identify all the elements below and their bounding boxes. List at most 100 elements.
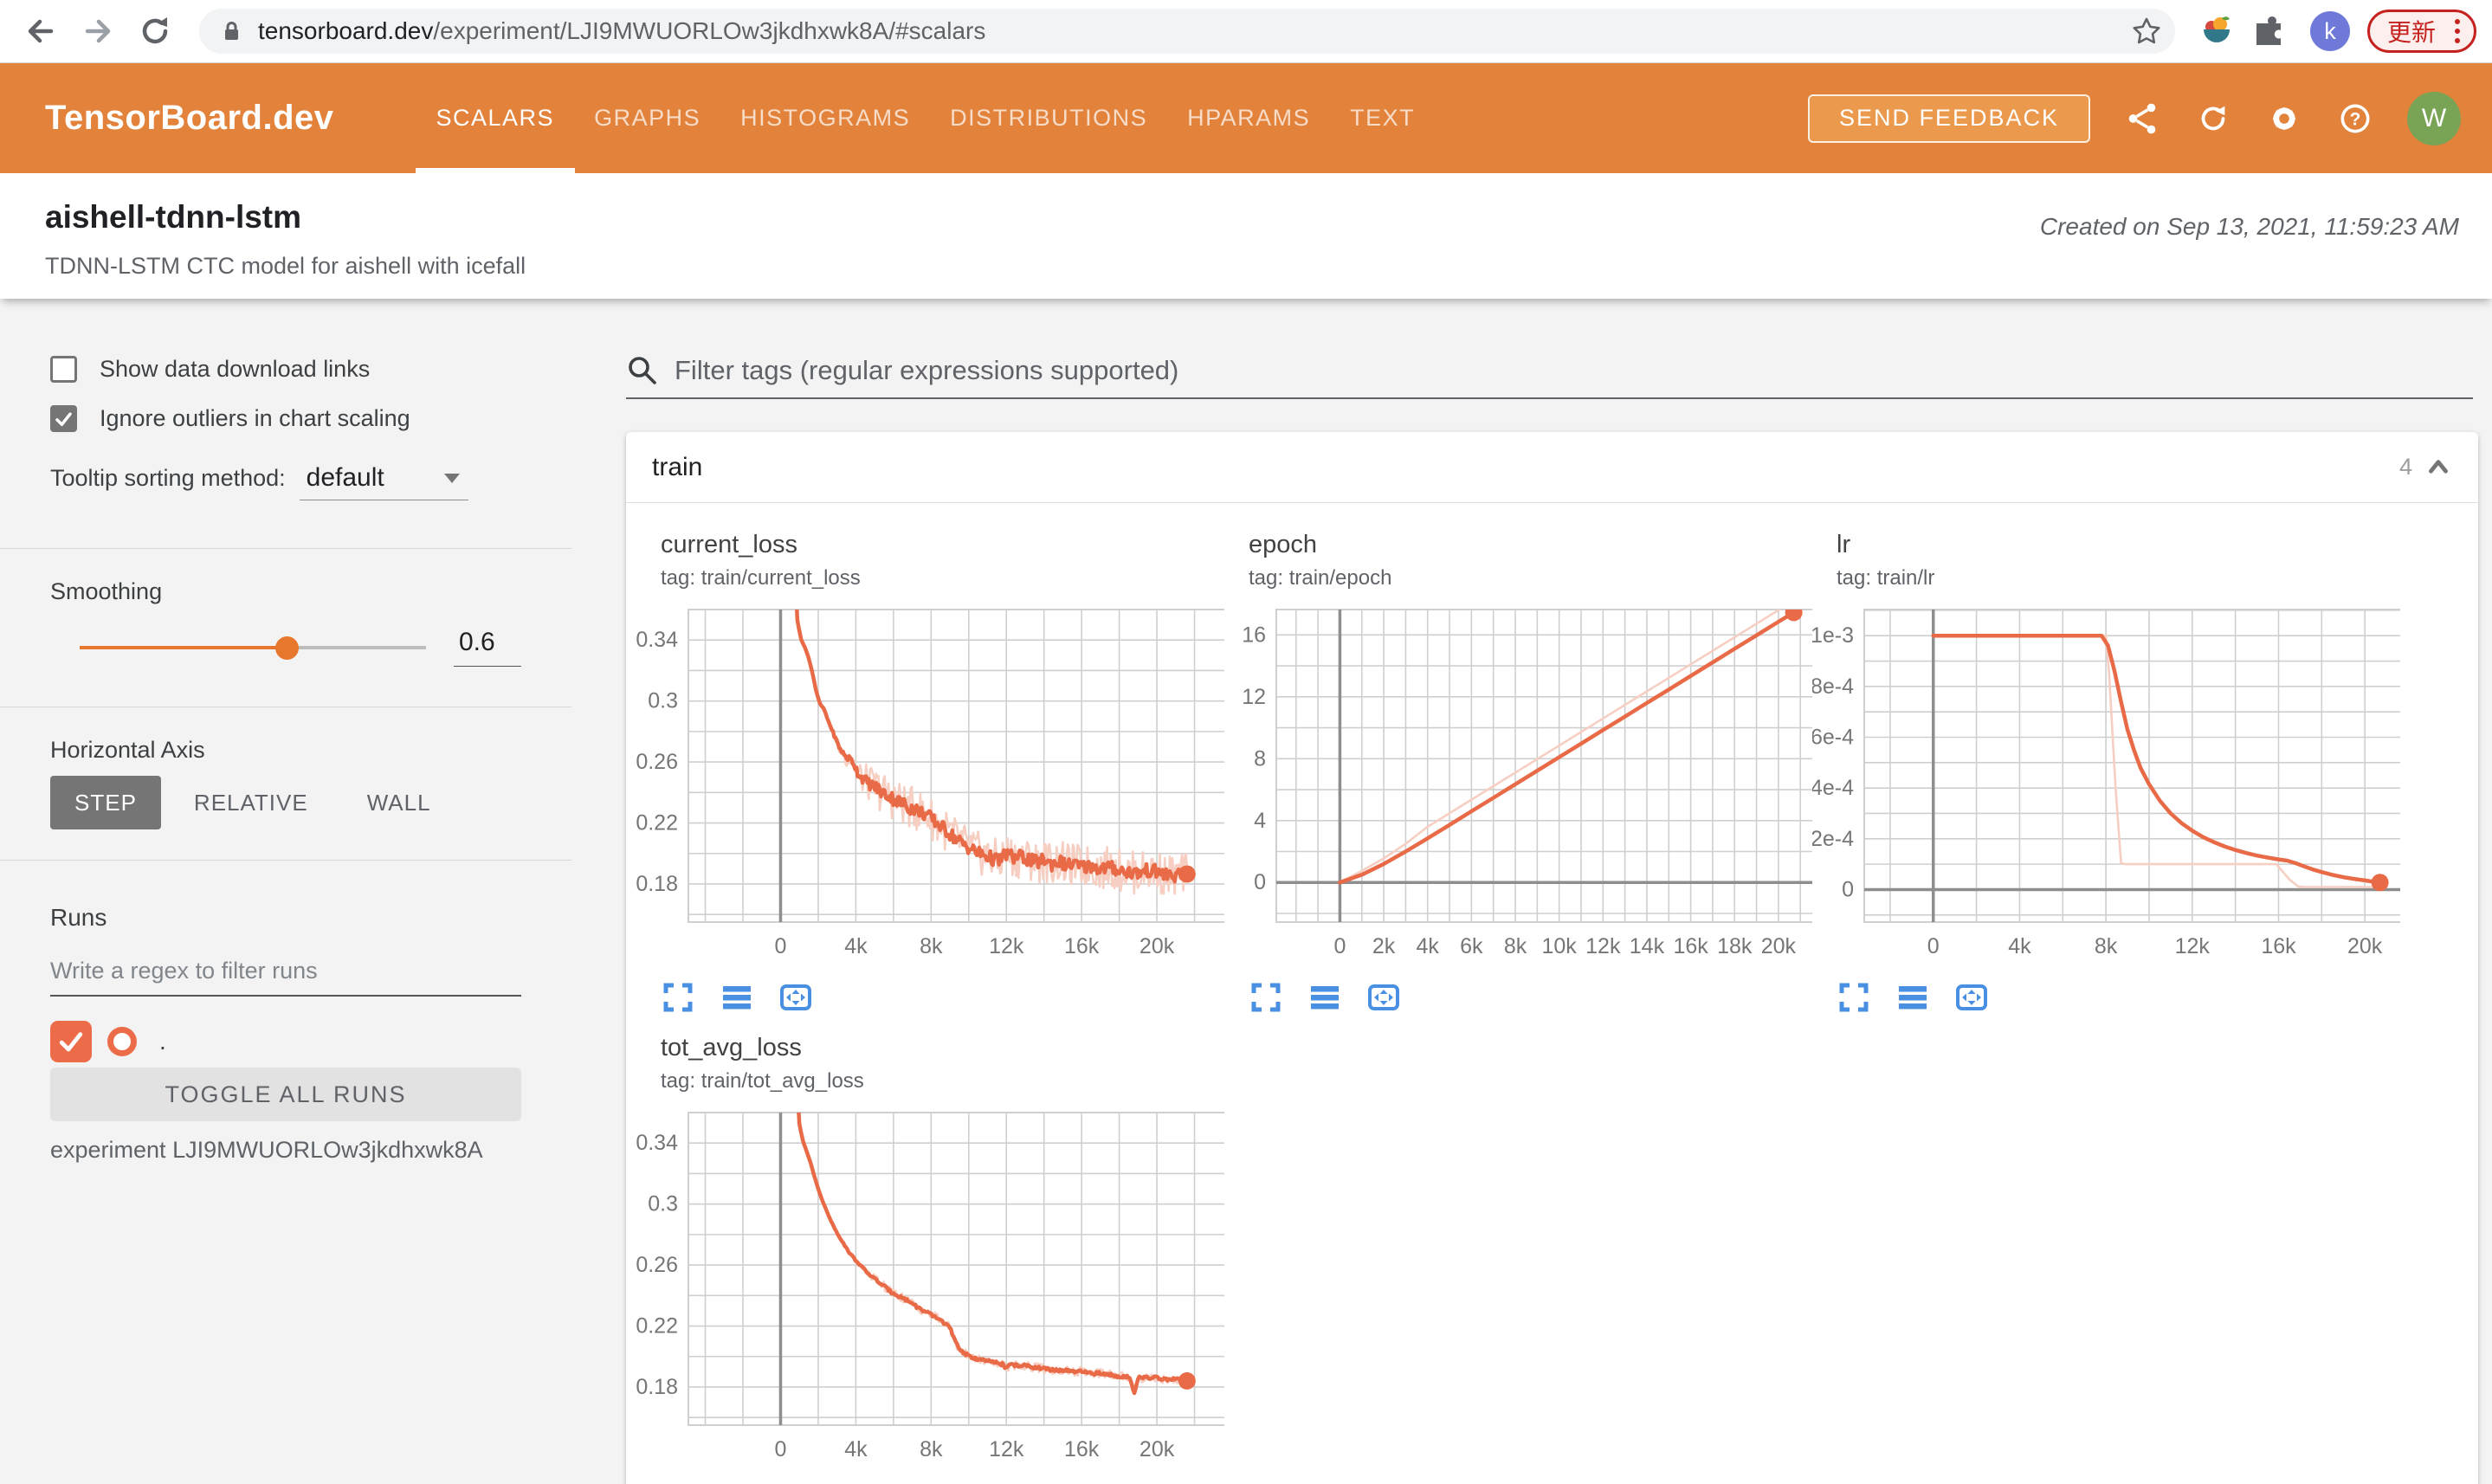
horizontal-axis-label: Horizontal Axis	[50, 737, 205, 763]
chart-title: epoch	[1249, 531, 1318, 558]
help-icon: ?	[2340, 104, 2370, 132]
chart-plot[interactable]: 0 4k 8k 12k 16k 20k 0.18 0.22 0.26 0.3 0.34	[636, 601, 1224, 978]
brand-logo: TensorBoard.dev	[45, 99, 334, 137]
run-row: .	[50, 1021, 521, 1062]
svg-text:2e-4: 2e-4	[1812, 827, 1854, 851]
chart-toolbar	[636, 980, 1224, 1015]
send-feedback-button[interactable]: SEND FEEDBACK	[1807, 94, 2090, 143]
runs-filter-input[interactable]	[50, 952, 521, 997]
chart-plot[interactable]: 0 4k 8k 12k 16k 20k 0 2e-4 4e-4 6e-4 8e-4 1e-3	[1812, 601, 2400, 978]
chart-plot[interactable]: 0 4k 8k 12k 16k 20k 0.18 0.22 0.26 0.3 0.34	[636, 1104, 1224, 1481]
expand-chart-button[interactable]	[1249, 980, 1283, 1015]
svg-text:0.3: 0.3	[648, 1192, 678, 1216]
tag-group-header[interactable]: train 4	[626, 432, 2478, 503]
help-button[interactable]: ?	[2336, 100, 2374, 138]
refresh-icon	[2201, 106, 2225, 130]
browser-profile-avatar[interactable]: k	[2309, 11, 2350, 51]
svg-text:20k: 20k	[2347, 934, 2383, 958]
axis-wall-button[interactable]: WALL	[341, 776, 457, 829]
svg-text:16: 16	[1242, 623, 1266, 647]
svg-text:20k: 20k	[1761, 934, 1797, 958]
fit-domain-icon	[780, 984, 811, 1010]
toggle-log-scale-icon	[723, 986, 751, 1010]
log-scale-button[interactable]	[1307, 980, 1342, 1015]
svg-text:2k: 2k	[1372, 934, 1396, 958]
smoothing-value[interactable]: 0.6	[454, 628, 521, 667]
svg-text:6k: 6k	[1460, 934, 1483, 958]
fit-domain-button[interactable]	[1954, 980, 1989, 1015]
tab-graphs[interactable]: GRAPHS	[594, 63, 700, 173]
svg-text:4k: 4k	[844, 934, 868, 958]
forward-button[interactable]	[78, 11, 118, 51]
extensions-button[interactable]	[2253, 12, 2291, 50]
filter-tags-input[interactable]	[675, 355, 2473, 386]
expand-chart-button[interactable]	[661, 980, 695, 1015]
account-avatar[interactable]: W	[2407, 91, 2461, 145]
svg-text:16k: 16k	[1673, 934, 1708, 958]
share-button[interactable]	[2123, 100, 2161, 138]
svg-text:1e-3: 1e-3	[1812, 623, 1854, 648]
smoothing-slider[interactable]	[80, 636, 426, 660]
log-scale-button[interactable]	[1895, 980, 1930, 1015]
tab-distributions[interactable]: DISTRIBUTIONS	[950, 63, 1147, 173]
chrome-update-menu-button[interactable]: 更新	[2366, 10, 2476, 53]
tab-histograms[interactable]: HISTOGRAMS	[740, 63, 910, 173]
created-timestamp: Created on Sep 13, 2021, 11:59:23 AM	[2039, 213, 2459, 240]
chart-plot[interactable]: 0 2k 4k 6k 8k 10k 12k 14k 16k 18k 20k 0 4 8 12 16	[1224, 601, 1812, 978]
share-icon	[2128, 103, 2156, 133]
chart-tag: tag: train/current_loss	[661, 566, 861, 590]
axis-step-button[interactable]: STEP	[50, 776, 161, 829]
chevron-up-icon[interactable]	[2424, 454, 2452, 481]
svg-text:18k: 18k	[1717, 934, 1753, 958]
fit-domain-button[interactable]	[1366, 980, 1401, 1015]
svg-text:4e-4: 4e-4	[1812, 776, 1854, 800]
svg-text:0.22: 0.22	[636, 811, 678, 836]
expand-chart-button[interactable]	[1837, 980, 1871, 1015]
svg-text:8k: 8k	[920, 934, 943, 958]
svg-text:8k: 8k	[920, 1437, 943, 1461]
toggle-all-runs-button[interactable]: TOGGLE ALL RUNS	[50, 1068, 521, 1121]
kebab-menu-icon	[2450, 19, 2465, 43]
account-initial: W	[2421, 103, 2447, 132]
reload-button[interactable]	[135, 11, 175, 51]
log-scale-button[interactable]	[720, 980, 754, 1015]
chart-title: lr	[1837, 531, 1851, 558]
settings-button[interactable]	[2265, 100, 2303, 138]
axis-relative-button[interactable]: RELATIVE	[168, 776, 334, 829]
back-button[interactable]	[21, 11, 61, 51]
slider-thumb-icon[interactable]	[275, 636, 299, 660]
refresh-button[interactable]	[2194, 100, 2232, 138]
ignore-outliers-checkbox[interactable]	[50, 405, 77, 432]
svg-text:16k: 16k	[1064, 934, 1100, 958]
svg-text:8: 8	[1254, 746, 1266, 771]
svg-text:0: 0	[1927, 934, 1940, 958]
fit-domain-icon	[1368, 984, 1399, 1010]
scalar-chart-card: current_loss tag: train/current_loss 0 4k…	[636, 531, 1224, 1015]
svg-text:12: 12	[1242, 685, 1266, 709]
fullscreen-icon	[663, 983, 693, 1012]
show-download-links-checkbox[interactable]	[50, 356, 77, 383]
svg-text:4k: 4k	[1417, 934, 1440, 958]
browser-toolbar: tensorboard.dev/experiment/LJI9MWUORLOw3…	[0, 0, 2492, 63]
svg-text:4: 4	[1254, 809, 1266, 833]
fullscreen-icon	[1839, 983, 1869, 1012]
svg-text:0.18: 0.18	[636, 1375, 678, 1399]
tab-hparams[interactable]: HPARAMS	[1187, 63, 1310, 173]
url-host: tensorboard.dev	[258, 17, 434, 44]
tab-scalars[interactable]: SCALARS	[415, 63, 575, 173]
fit-domain-button[interactable]	[778, 980, 813, 1015]
chart-title: current_loss	[661, 531, 797, 558]
run-color-swatch-icon	[107, 1027, 137, 1056]
tooltip-sorting-select[interactable]: default	[299, 463, 468, 500]
smoothing-label: Smoothing	[50, 578, 163, 604]
svg-text:8k: 8k	[2095, 934, 2118, 958]
run-checkbox[interactable]	[50, 1021, 92, 1062]
extension-fruit-button[interactable]	[2198, 12, 2236, 50]
address-bar[interactable]: tensorboard.dev/experiment/LJI9MWUORLOw3…	[199, 9, 2175, 54]
svg-text:0: 0	[1254, 870, 1266, 894]
svg-text:12k: 12k	[989, 934, 1024, 958]
bookmark-star-icon[interactable]	[2130, 15, 2163, 48]
experiment-description: TDNN-LSTM CTC model for aishell with ice…	[45, 253, 526, 279]
fullscreen-icon	[1251, 983, 1281, 1012]
tab-text[interactable]: TEXT	[1350, 63, 1415, 173]
